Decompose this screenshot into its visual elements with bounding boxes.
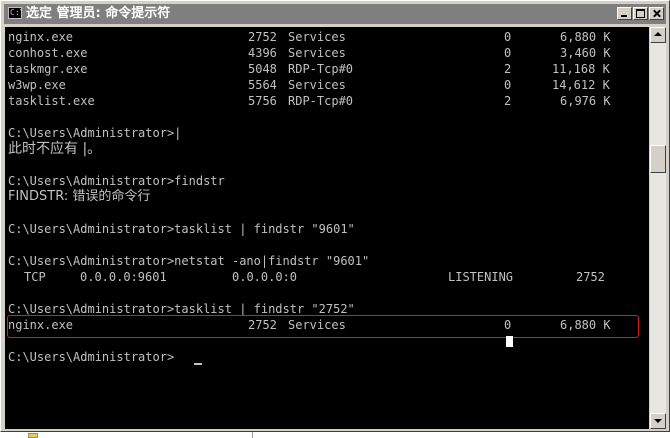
image-name: w3wp.exe <box>8 78 66 92</box>
mem-usage: 3,460 K <box>560 46 611 60</box>
divider <box>252 432 253 438</box>
window-title: 选定 管理员: 命令提示符 <box>26 6 171 21</box>
mem-usage: 11,168 K <box>552 62 610 76</box>
prompt-line: C:\Users\Administrator> <box>8 350 175 364</box>
text-cursor <box>194 363 202 365</box>
error-message: 此时不应有 |。 <box>8 141 102 157</box>
folder-icon <box>28 433 38 438</box>
process-row: w3wp.exe 5564 Services 0 14,612 K <box>8 77 610 93</box>
netstat-pid: 2752 <box>576 270 605 284</box>
pid: 2752 <box>248 30 277 44</box>
pid: 5756 <box>248 94 277 108</box>
session-name: RDP-Tcp#0 <box>288 62 354 76</box>
process-row: taskmgr.exe 5048 RDP-Tcp#0 2 11,168 K <box>8 61 610 77</box>
selection-block <box>506 336 513 347</box>
connection-state: LISTENING <box>448 270 514 284</box>
session-number: 2 <box>504 94 512 108</box>
cmd-window: C:\ 选定 管理员: 命令提示符 nginx.exe 2752 Service… <box>0 0 670 432</box>
command-line: C:\Users\Administrator>| <box>8 126 182 140</box>
error-message: FINDSTR: 错误的命令行 <box>8 189 151 204</box>
session-name: Services <box>288 46 346 60</box>
scroll-up-button[interactable] <box>650 27 666 43</box>
minimize-button[interactable] <box>617 7 632 20</box>
session-name: Services <box>288 30 346 44</box>
command-line: C:\Users\Administrator>findstr <box>8 174 225 188</box>
highlight-annotation <box>7 315 639 338</box>
vertical-scrollbar[interactable] <box>650 27 666 429</box>
image-name: tasklist.exe <box>8 94 95 108</box>
process-row: conhost.exe 4396 Services 0 3,460 K <box>8 45 611 61</box>
pid: 5564 <box>248 78 277 92</box>
close-button[interactable] <box>649 7 664 20</box>
pid: 5048 <box>248 62 277 76</box>
command-line: C:\Users\Administrator>tasklist | findst… <box>8 222 355 236</box>
pid: 4396 <box>248 46 277 60</box>
proto: TCP <box>24 270 46 284</box>
foreign-address: 0.0.0.0:0 <box>232 270 298 284</box>
mem-usage: 6,976 K <box>560 94 611 108</box>
session-number: 0 <box>504 78 512 92</box>
scroll-thumb[interactable] <box>650 145 666 173</box>
command-line: C:\Users\Administrator>netstat -ano|find… <box>8 254 370 268</box>
image-name: conhost.exe <box>8 46 88 60</box>
mem-usage: 14,612 K <box>552 78 610 92</box>
maximize-button[interactable] <box>633 7 648 20</box>
cmd-icon[interactable]: C:\ <box>8 7 22 19</box>
netstat-row: TCP 0.0.0.0:9601 0.0.0.0:0 LISTENING 275… <box>8 269 605 285</box>
console-output[interactable]: nginx.exe 2752 Services 0 6,880 K conhos… <box>5 27 649 429</box>
session-number: 2 <box>504 62 512 76</box>
local-address: 0.0.0.0:9601 <box>80 270 167 284</box>
background-strip <box>0 432 670 438</box>
session-number: 0 <box>504 46 512 60</box>
session-name: RDP-Tcp#0 <box>288 94 354 108</box>
session-number: 0 <box>504 30 512 44</box>
process-row: tasklist.exe 5756 RDP-Tcp#0 2 6,976 K <box>8 93 611 109</box>
mem-usage: 6,880 K <box>560 30 611 44</box>
scroll-down-button[interactable] <box>650 413 666 429</box>
process-row: nginx.exe 2752 Services 0 6,880 K <box>8 29 611 45</box>
image-name: nginx.exe <box>8 30 74 44</box>
title-bar[interactable]: C:\ 选定 管理员: 命令提示符 <box>4 4 666 24</box>
image-name: taskmgr.exe <box>8 62 88 76</box>
session-name: Services <box>288 78 346 92</box>
